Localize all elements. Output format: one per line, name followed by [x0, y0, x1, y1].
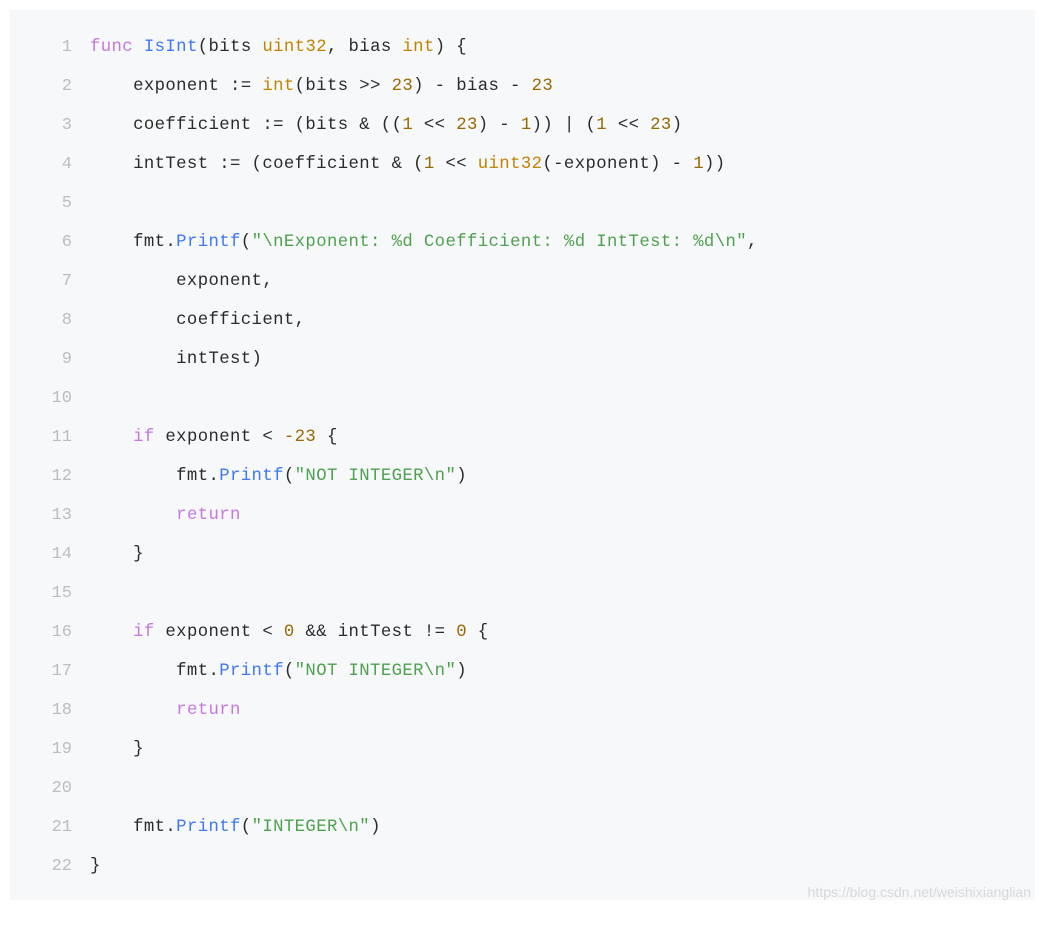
code-line: 14 } [10, 535, 1035, 574]
code-content: fmt.Printf("\nExponent: %d Coefficient: … [72, 223, 758, 262]
line-number: 11 [10, 418, 72, 457]
code-line: 10 [10, 379, 1035, 418]
code-line: 15 [10, 574, 1035, 613]
code-line: 22} [10, 847, 1035, 886]
code-content: fmt.Printf("NOT INTEGER\n") [72, 457, 467, 496]
code-line: 11 if exponent < -23 { [10, 418, 1035, 457]
code-content: fmt.Printf("INTEGER\n") [72, 808, 381, 847]
code-line: 20 [10, 769, 1035, 808]
line-number: 5 [10, 184, 72, 223]
code-line: 12 fmt.Printf("NOT INTEGER\n") [10, 457, 1035, 496]
line-number: 18 [10, 691, 72, 730]
code-block: 1func IsInt(bits uint32, bias int) {2 ex… [10, 10, 1035, 900]
code-line: 18 return [10, 691, 1035, 730]
line-number: 16 [10, 613, 72, 652]
code-content: func IsInt(bits uint32, bias int) { [72, 28, 467, 67]
code-content: if exponent < 0 && intTest != 0 { [72, 613, 489, 652]
code-line: 7 exponent, [10, 262, 1035, 301]
code-content: return [72, 496, 241, 535]
code-content: } [72, 730, 144, 769]
code-line: 2 exponent := int(bits >> 23) - bias - 2… [10, 67, 1035, 106]
line-number: 14 [10, 535, 72, 574]
code-content: return [72, 691, 241, 730]
code-line: 8 coefficient, [10, 301, 1035, 340]
code-line: 16 if exponent < 0 && intTest != 0 { [10, 613, 1035, 652]
code-line: 5 [10, 184, 1035, 223]
line-number: 17 [10, 652, 72, 691]
code-content: } [72, 535, 144, 574]
line-number: 19 [10, 730, 72, 769]
line-number: 8 [10, 301, 72, 340]
code-content [72, 769, 101, 808]
code-line: 6 fmt.Printf("\nExponent: %d Coefficient… [10, 223, 1035, 262]
code-content [72, 379, 101, 418]
code-line: 19 } [10, 730, 1035, 769]
line-number: 22 [10, 847, 72, 886]
line-number: 6 [10, 223, 72, 262]
code-content: intTest := (coefficient & (1 << uint32(-… [72, 145, 726, 184]
line-number: 12 [10, 457, 72, 496]
line-number: 4 [10, 145, 72, 184]
line-number: 3 [10, 106, 72, 145]
line-number: 20 [10, 769, 72, 808]
code-content: exponent, [72, 262, 273, 301]
code-line: 13 return [10, 496, 1035, 535]
code-content: coefficient := (bits & ((1 << 23) - 1)) … [72, 106, 682, 145]
code-content: exponent := int(bits >> 23) - bias - 23 [72, 67, 553, 106]
line-number: 1 [10, 28, 72, 67]
line-number: 10 [10, 379, 72, 418]
line-number: 21 [10, 808, 72, 847]
code-line: 3 coefficient := (bits & ((1 << 23) - 1)… [10, 106, 1035, 145]
code-content: intTest) [72, 340, 262, 379]
code-content: coefficient, [72, 301, 305, 340]
line-number: 15 [10, 574, 72, 613]
code-line: 21 fmt.Printf("INTEGER\n") [10, 808, 1035, 847]
watermark-text: https://blog.csdn.net/weishixianglian [808, 884, 1031, 900]
code-line: 4 intTest := (coefficient & (1 << uint32… [10, 145, 1035, 184]
code-content [72, 184, 101, 223]
line-number: 13 [10, 496, 72, 535]
line-number: 9 [10, 340, 72, 379]
code-content: fmt.Printf("NOT INTEGER\n") [72, 652, 467, 691]
code-content: if exponent < -23 { [72, 418, 338, 457]
code-line: 9 intTest) [10, 340, 1035, 379]
code-line: 17 fmt.Printf("NOT INTEGER\n") [10, 652, 1035, 691]
line-number: 7 [10, 262, 72, 301]
code-line: 1func IsInt(bits uint32, bias int) { [10, 28, 1035, 67]
line-number: 2 [10, 67, 72, 106]
code-content [72, 574, 101, 613]
code-content: } [72, 847, 101, 886]
